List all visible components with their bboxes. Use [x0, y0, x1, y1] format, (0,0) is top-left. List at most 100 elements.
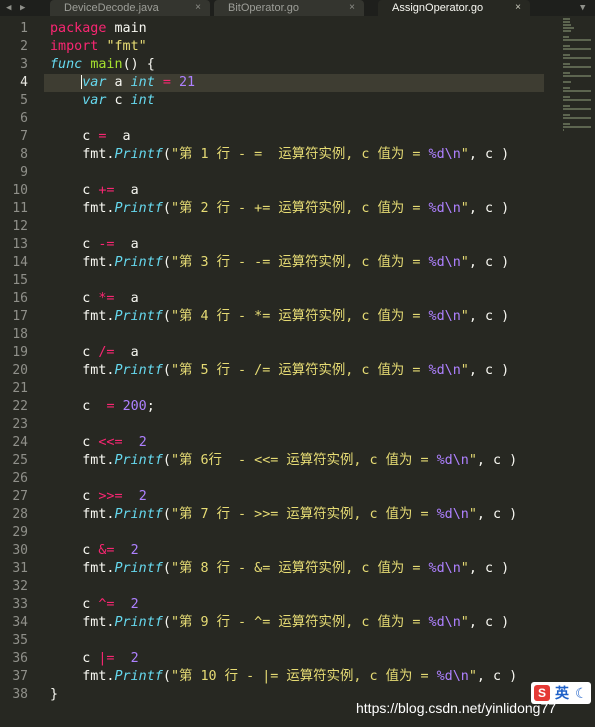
tab-bar: ◀ ▶ DeviceDecode.java × BitOperator.go ×…: [0, 0, 595, 16]
code-token: |=: [98, 651, 115, 666]
tab-scroll-left-icon[interactable]: ◀: [6, 0, 11, 16]
code-token: (: [162, 615, 171, 630]
code-token: "fmt": [106, 39, 147, 54]
code-token: Printf: [114, 147, 163, 162]
code-token: %d\n: [428, 561, 461, 576]
tab-bitoperator-go[interactable]: BitOperator.go ×: [214, 0, 364, 16]
code-token: "第 6行 - <<= 运算符实例, c 值为 =: [170, 453, 437, 468]
code-line: c = 200;: [50, 398, 550, 416]
code-token: =: [106, 399, 115, 414]
code-token: c: [50, 597, 99, 612]
minimap-row: [563, 117, 591, 119]
code-token: main: [90, 57, 123, 72]
code-token: fmt.: [50, 201, 115, 216]
minimap-row: [563, 66, 591, 68]
code-line: fmt.Printf("第 1 行 - = 运算符实例, c 值为 = %d\n…: [50, 146, 550, 164]
minimap-row: [563, 63, 570, 65]
code-token: "第 5 行 - /= 运算符实例, c 值为 =: [170, 363, 429, 378]
line-number: 5: [20, 93, 28, 108]
code-token: (: [162, 561, 171, 576]
tab-devicedecode-java[interactable]: DeviceDecode.java ×: [50, 0, 210, 16]
code-token: 2: [130, 543, 139, 558]
code-line: c += a: [50, 182, 550, 200]
minimap-row: [563, 99, 591, 101]
line-number: 11: [12, 201, 28, 216]
code-token: %d\n: [436, 507, 469, 522]
code-token: ": [468, 507, 477, 522]
line-number: 31: [12, 561, 28, 576]
code-token: 21: [179, 75, 196, 90]
code-token: (: [162, 201, 171, 216]
code-line: fmt.Printf("第 9 行 - ^= 运算符实例, c 值为 = %d\…: [50, 614, 550, 632]
line-number: 4: [20, 75, 28, 90]
code-token: c: [50, 399, 107, 414]
code-token: ^=: [98, 597, 115, 612]
tab-scroll-right-icon[interactable]: ▶: [20, 0, 25, 16]
code-token: %d\n: [428, 147, 461, 162]
code-token: %d\n: [428, 201, 461, 216]
line-number: 30: [12, 543, 28, 558]
tab-close-icon[interactable]: ×: [195, 0, 201, 16]
minimap[interactable]: [563, 18, 591, 131]
code-token: func: [50, 57, 83, 72]
code-token: fmt.: [50, 507, 115, 522]
tab-assignoperator-go[interactable]: AssignOperator.go ×: [378, 0, 530, 16]
code-token: }: [50, 687, 59, 702]
line-number: 20: [12, 363, 28, 378]
code-token: fmt.: [50, 669, 115, 684]
code-line: fmt.Printf("第 4 行 - *= 运算符实例, c 值为 = %d\…: [50, 308, 550, 326]
code-token: Printf: [114, 255, 163, 270]
code-token: int: [130, 75, 155, 90]
minimap-row: [563, 30, 571, 32]
code-token: fmt.: [50, 309, 115, 324]
line-number: 33: [12, 597, 28, 612]
tab-overflow-icon[interactable]: ▼: [580, 0, 585, 16]
code-token: ": [460, 615, 469, 630]
code-token: , c ): [468, 561, 510, 576]
code-token: "第 10 行 - |= 运算符实例, c 值为 =: [170, 669, 437, 684]
code-token: ": [460, 309, 469, 324]
line-number: 3: [20, 57, 28, 72]
ime-indicator[interactable]: S 英 ☾: [531, 682, 591, 704]
code-token: *=: [98, 291, 115, 306]
code-token: (: [162, 309, 171, 324]
minimap-row: [563, 24, 571, 26]
code-line: fmt.Printf("第 6行 - <<= 运算符实例, c 值为 = %d\…: [50, 452, 550, 470]
tab-label: AssignOperator.go: [392, 2, 484, 14]
minimap-row: [563, 54, 570, 56]
code-token: %d\n: [436, 669, 469, 684]
tab-close-icon[interactable]: ×: [515, 0, 521, 16]
code-token: c: [106, 93, 131, 108]
code-line: c >>= 2: [50, 488, 550, 506]
line-number: 8: [20, 147, 28, 162]
code-line: c = a: [50, 128, 550, 146]
code-token: "第 7 行 - >>= 运算符实例, c 值为 =: [170, 507, 437, 522]
code-line: fmt.Printf("第 3 行 - -= 运算符实例, c 值为 = %d\…: [50, 254, 550, 272]
ime-logo-icon: S: [534, 685, 550, 701]
code-token: c: [50, 489, 99, 504]
code-token: %d\n: [428, 363, 461, 378]
code-token: Printf: [114, 561, 163, 576]
code-line: func main() {: [50, 56, 550, 74]
code-editor[interactable]: package main import "fmt" func main() { va…: [50, 20, 550, 704]
code-token: (: [162, 255, 171, 270]
tab-label: DeviceDecode.java: [64, 2, 159, 14]
minimap-row: [563, 27, 574, 29]
code-token: 2: [130, 651, 139, 666]
line-number: 13: [12, 237, 28, 252]
code-token: "第 2 行 - += 运算符实例, c 值为 =: [170, 201, 429, 216]
minimap-row: [563, 36, 569, 38]
line-number: 19: [12, 345, 28, 360]
code-token: %d\n: [428, 309, 461, 324]
minimap-row: [563, 57, 591, 59]
code-token: c: [50, 183, 99, 198]
line-number: 38: [12, 687, 28, 702]
tab-close-icon[interactable]: ×: [349, 0, 355, 16]
